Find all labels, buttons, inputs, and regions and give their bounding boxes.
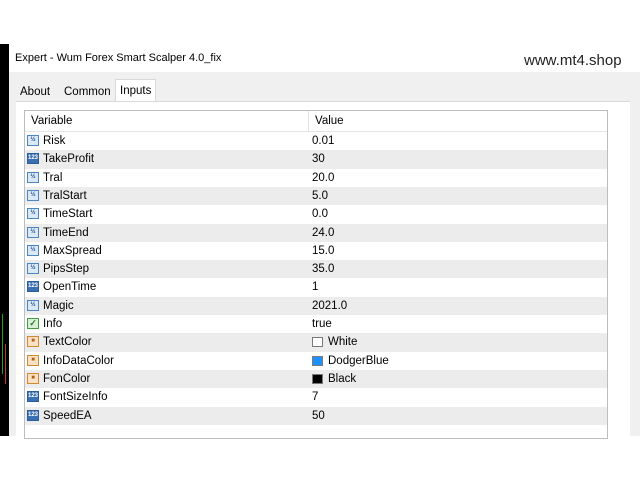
variable-value[interactable]: 0.0 [312,208,328,220]
variable-value[interactable]: 30 [312,153,325,165]
variable-value[interactable]: White [328,336,357,348]
variable-name: TakeProfit [43,153,95,166]
table-row[interactable]: ½ TralStart 5.0 [25,186,607,206]
column-header-value[interactable]: Value [315,115,344,127]
variable-value[interactable]: DodgerBlue [328,355,389,367]
color-icon: ■ [27,336,39,348]
chart-line-green [2,314,3,374]
variable-name: Info [43,318,63,330]
inputs-panel: Variable Value ½ Risk 0.01 123 TakeProfit 30 ½… [16,101,630,439]
column-divider[interactable] [308,111,309,131]
table-row[interactable]: ½ Tral 20.0 [25,169,607,187]
variable-value[interactable]: 20.0 [312,172,334,184]
variable-name: Magic [43,299,74,312]
background-bottom [0,436,640,480]
double-icon: ½ [27,208,39,220]
variable-value[interactable]: 5.0 [312,190,328,202]
table-row[interactable]: ■ InfoDataColor DodgerBlue [25,352,607,370]
variable-name: Risk [43,135,66,147]
variable-name: TralStart [43,189,87,202]
variable-value[interactable]: 1 [312,281,318,293]
double-icon: ½ [27,299,39,311]
expert-dialog: Expert - Wum Forex Smart Scalper 4.0_fix… [9,44,640,439]
table-row[interactable]: 123 FontSizeInfo 7 [25,388,607,406]
color-swatch[interactable] [312,355,323,366]
variable-name: FonColor [43,372,91,385]
variable-value[interactable]: 35.0 [312,263,334,275]
color-icon: ■ [27,354,39,366]
variable-value[interactable]: 7 [312,391,318,403]
variable-value[interactable]: 2021.0 [312,300,347,312]
double-icon: ½ [27,244,39,256]
chart-line-red [5,344,6,384]
variable-value[interactable]: Black [328,373,356,385]
window-title: Expert - Wum Forex Smart Scalper 4.0_fix [15,52,222,64]
table-row[interactable]: ½ TimeEnd 24.0 [25,223,607,242]
bool-icon: ✓ [27,318,39,329]
variable-name: OpenTime [43,281,97,294]
inputs-table: Variable Value ½ Risk 0.01 123 TakeProfit 30 ½… [24,110,608,439]
integer-icon: 123 [27,281,39,293]
table-row[interactable]: ½ Risk 0.01 [25,132,607,150]
title-bar: Expert - Wum Forex Smart Scalper 4.0_fix… [9,44,640,72]
variable-value[interactable]: 50 [312,410,325,422]
variable-value[interactable]: 0.01 [312,135,334,147]
variable-name: FontSizeInfo [43,391,108,404]
color-swatch[interactable] [312,337,323,348]
variable-name: TextColor [43,336,92,349]
variable-value[interactable]: 24.0 [312,227,334,239]
table-row[interactable]: ½ Magic 2021.0 [25,296,607,315]
table-row[interactable]: ½ TimeStart 0.0 [25,205,607,223]
variable-name: Tral [43,171,63,184]
variable-value[interactable]: true [312,318,332,330]
table-row[interactable]: ½ PipsStep 35.0 [25,260,607,279]
table-row[interactable]: ✓ Info true [25,315,607,333]
variable-name: MaxSpread [43,244,102,257]
variable-name: PipsStep [43,263,90,276]
variable-name: SpeedEA [43,409,92,422]
double-icon: ½ [27,226,39,238]
integer-icon: 123 [27,391,39,403]
color-icon: ■ [27,372,39,384]
integer-icon: 123 [27,409,39,421]
table-row[interactable]: 123 TakeProfit 30 [25,150,607,169]
double-icon: ½ [27,135,39,146]
color-swatch[interactable] [312,373,323,384]
table-row[interactable]: 123 OpenTime 1 [25,278,607,296]
tab-inputs[interactable]: Inputs [115,79,157,102]
column-header-variable[interactable]: Variable [31,115,72,127]
variable-name: TimeEnd [43,226,89,239]
chart-strip: 1 [0,44,9,470]
variable-value[interactable]: 15.0 [312,245,334,257]
background-top [0,0,640,44]
table-row[interactable]: ■ FonColor Black [25,369,607,389]
table-row[interactable]: ■ TextColor White [25,333,607,352]
integer-icon: 123 [27,153,39,165]
tab-common[interactable]: Common [60,83,115,101]
double-icon: ½ [27,171,39,183]
table-header: Variable Value [25,111,607,132]
table-row[interactable]: ½ MaxSpread 15.0 [25,242,607,260]
double-icon: ½ [27,189,39,201]
table-row[interactable]: 123 SpeedEA 50 [25,406,607,425]
watermark: www.mt4.shop [524,52,622,69]
double-icon: ½ [27,263,39,275]
variable-name: InfoDataColor [43,354,114,367]
tab-about[interactable]: About [16,83,54,101]
variable-name: TimeStart [43,208,93,221]
